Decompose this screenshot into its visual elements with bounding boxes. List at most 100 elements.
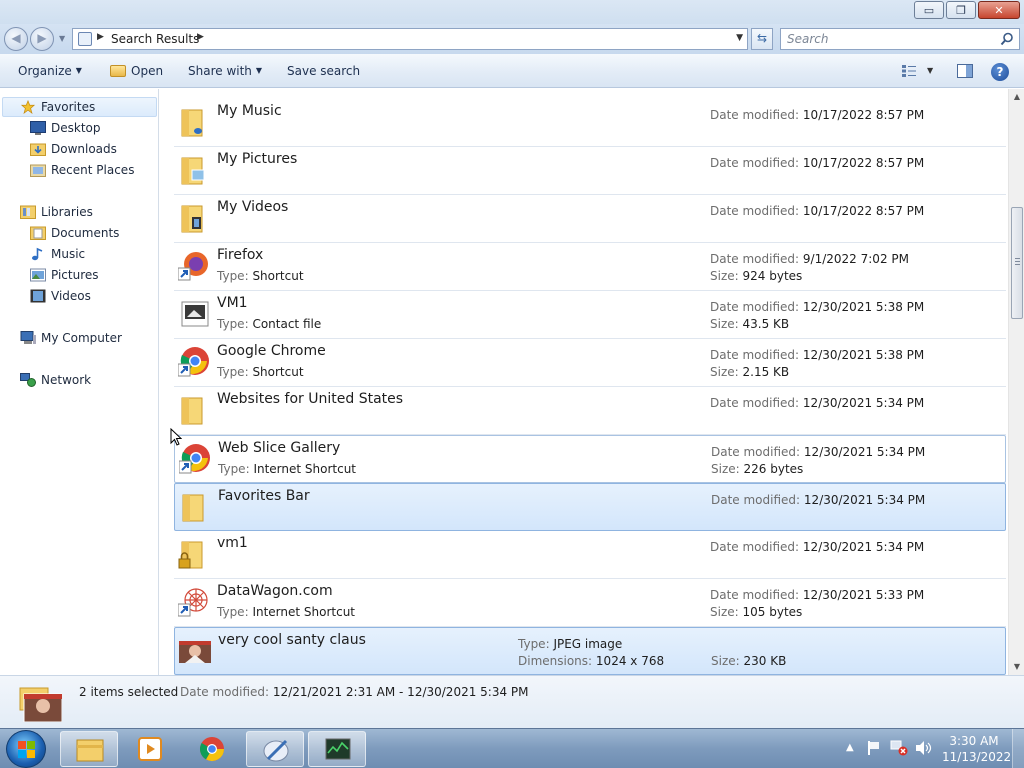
size-value: 924 bytes xyxy=(742,269,803,283)
date-modified-label: Date modified: xyxy=(710,348,800,362)
list-item-datawagon[interactable]: DataWagon.com Type: Internet Shortcut Da… xyxy=(174,579,1006,627)
music-icon xyxy=(32,247,43,261)
search-box[interactable] xyxy=(780,28,1020,50)
action-center-flag-icon[interactable] xyxy=(866,740,882,756)
list-item-vm1-contact[interactable]: VM1 Type: Contact file Date modified: 12… xyxy=(174,291,1006,339)
breadcrumb-arrow-icon[interactable]: ▶ xyxy=(97,32,104,42)
address-box[interactable]: ▶ Search Results ▶ ▼ xyxy=(72,28,748,50)
clock-date: 11/13/2022 xyxy=(942,750,1012,764)
list-item-google-chrome[interactable]: Google Chrome Type: Shortcut Date modifi… xyxy=(174,339,1006,387)
list-item-websites-for-united-states[interactable]: Websites for United States Date modified… xyxy=(174,387,1006,435)
breadcrumb-arrow-icon[interactable]: ▶ xyxy=(197,32,204,42)
view-details-icon[interactable] xyxy=(902,65,916,77)
title-bar: ▭ ❐ ✕ xyxy=(0,0,1024,24)
date-value: 9/1/2022 7:02 PM xyxy=(802,252,909,266)
show-hidden-icons-icon[interactable]: ▲ xyxy=(846,742,854,753)
view-options-dropdown-icon[interactable]: ▼ xyxy=(927,66,933,75)
sidebar-label: Network xyxy=(41,373,92,387)
restore-button[interactable]: ❐ xyxy=(946,1,976,19)
date-modified-label: Date modified: xyxy=(710,252,800,266)
sidebar-item-favorites[interactable]: Favorites xyxy=(2,97,157,117)
vertical-scrollbar[interactable]: ▲ ▼ xyxy=(1008,89,1024,675)
firefox-shortcut-icon xyxy=(178,252,208,281)
restore-icon: ❐ xyxy=(956,3,966,17)
item-type: Type: Internet Shortcut xyxy=(217,605,355,619)
date-value: 12/30/2021 5:34 PM xyxy=(802,540,925,554)
selection-date-range: Date modified: 12/21/2021 2:31 AM - 12/3… xyxy=(180,685,529,699)
taskbar: ▲ 3:30 AM 11/13/2022 xyxy=(0,728,1024,768)
paint-icon xyxy=(263,739,289,762)
type-label: Type: xyxy=(217,269,249,283)
open-label: Open xyxy=(131,64,164,78)
item-date-modified: Date modified: 12/30/2021 5:34 PM xyxy=(710,540,924,554)
sidebar-label: Libraries xyxy=(41,205,93,219)
item-size: Size: 2.15 KB xyxy=(710,365,789,379)
system-clock[interactable]: 3:30 AM 11/13/2022 xyxy=(942,733,1012,765)
list-item-firefox[interactable]: Firefox Type: Shortcut Date modified: 9/… xyxy=(174,243,1006,291)
list-item-favorites-bar[interactable]: Favorites Bar Date modified: 12/30/2021 … xyxy=(174,483,1006,531)
list-item-my-pictures[interactable]: My Pictures Date modified: 10/17/2022 8:… xyxy=(174,147,1006,195)
item-name: vm1 xyxy=(217,535,248,551)
search-input[interactable] xyxy=(787,31,987,47)
chrome-shortcut-icon xyxy=(178,347,209,377)
back-button[interactable]: ◀ xyxy=(4,27,28,51)
item-size: Size: 226 bytes xyxy=(711,462,803,476)
taskbar-task-manager-button[interactable] xyxy=(308,731,366,767)
save-search-button[interactable]: Save search xyxy=(287,64,360,78)
network-disconnected-icon[interactable] xyxy=(890,740,908,756)
list-item-vm1-folder[interactable]: vm1 Date modified: 12/30/2021 5:34 PM xyxy=(174,531,1006,579)
item-name: My Music xyxy=(217,103,282,119)
item-type: Type: Shortcut xyxy=(217,269,304,283)
taskbar-explorer-button[interactable] xyxy=(60,731,118,767)
forward-button[interactable]: ▶ xyxy=(30,27,54,51)
taskbar-paint-button[interactable] xyxy=(246,731,304,767)
star-icon xyxy=(20,100,36,114)
size-label: Size: xyxy=(711,654,740,668)
item-size: Size: 924 bytes xyxy=(710,269,802,283)
address-dropdown-icon[interactable]: ▼ xyxy=(736,33,743,43)
date-value: 12/30/2021 5:38 PM xyxy=(802,348,925,362)
item-name: Firefox xyxy=(217,247,264,263)
date-modified-label: Date modified: xyxy=(710,108,800,122)
scroll-up-arrow-icon[interactable]: ▲ xyxy=(1009,89,1024,105)
item-name: Web Slice Gallery xyxy=(218,440,341,456)
close-button[interactable]: ✕ xyxy=(978,1,1020,19)
item-date-modified: Date modified: 12/30/2021 5:33 PM xyxy=(710,588,924,602)
sidebar-label: Favorites xyxy=(41,100,96,114)
breadcrumb-search-results[interactable]: Search Results xyxy=(111,32,199,46)
show-desktop-button[interactable] xyxy=(1012,729,1024,768)
organize-label: Organize xyxy=(18,64,72,78)
scrollbar-thumb[interactable] xyxy=(1011,207,1023,319)
volume-icon[interactable] xyxy=(914,740,932,756)
help-icon[interactable]: ? xyxy=(991,63,1009,81)
start-button[interactable] xyxy=(6,730,46,768)
clock-time: 3:30 AM xyxy=(949,734,999,748)
type-value: Internet Shortcut xyxy=(253,462,357,476)
search-icon[interactable] xyxy=(1000,32,1014,46)
item-name: very cool santy claus xyxy=(218,632,366,648)
list-item-my-videos[interactable]: My Videos Date modified: 10/17/2022 8:57… xyxy=(174,195,1006,243)
folder-icon xyxy=(181,397,203,425)
list-item-my-music[interactable]: My Music Date modified: 10/17/2022 8:57 … xyxy=(174,99,1006,147)
windows-logo-icon xyxy=(18,741,35,758)
organize-button[interactable]: Organize ▼ xyxy=(18,64,82,78)
scroll-down-arrow-icon[interactable]: ▼ xyxy=(1009,659,1024,675)
item-date-modified: Date modified: 10/17/2022 8:57 PM xyxy=(710,156,924,170)
share-with-button[interactable]: Share with ▼ xyxy=(188,64,262,78)
open-button[interactable]: Open xyxy=(110,64,163,78)
size-value: 105 bytes xyxy=(742,605,803,619)
minimize-button[interactable]: ▭ xyxy=(914,1,944,19)
refresh-button[interactable]: ⇆ xyxy=(751,28,773,50)
list-item-web-slice-gallery[interactable]: Web Slice Gallery Type: Internet Shortcu… xyxy=(174,435,1006,483)
item-name: My Videos xyxy=(217,199,289,215)
item-date-modified: Date modified: 12/30/2021 5:38 PM xyxy=(710,348,924,362)
preview-pane-icon[interactable] xyxy=(957,64,973,78)
date-value: 10/17/2022 8:57 PM xyxy=(802,108,925,122)
taskbar-media-player-button[interactable] xyxy=(121,731,179,767)
taskbar-chrome-button[interactable] xyxy=(183,731,241,767)
downloads-folder-icon xyxy=(30,143,46,156)
command-bar: Organize ▼ Open Share with ▼ Save search ▼… xyxy=(0,54,1024,88)
type-label: Type: xyxy=(518,637,550,651)
list-item-very-cool-santy-claus[interactable]: very cool santy claus Type: JPEG image D… xyxy=(174,627,1006,675)
recent-pages-dropdown[interactable]: ▼ xyxy=(59,34,65,43)
